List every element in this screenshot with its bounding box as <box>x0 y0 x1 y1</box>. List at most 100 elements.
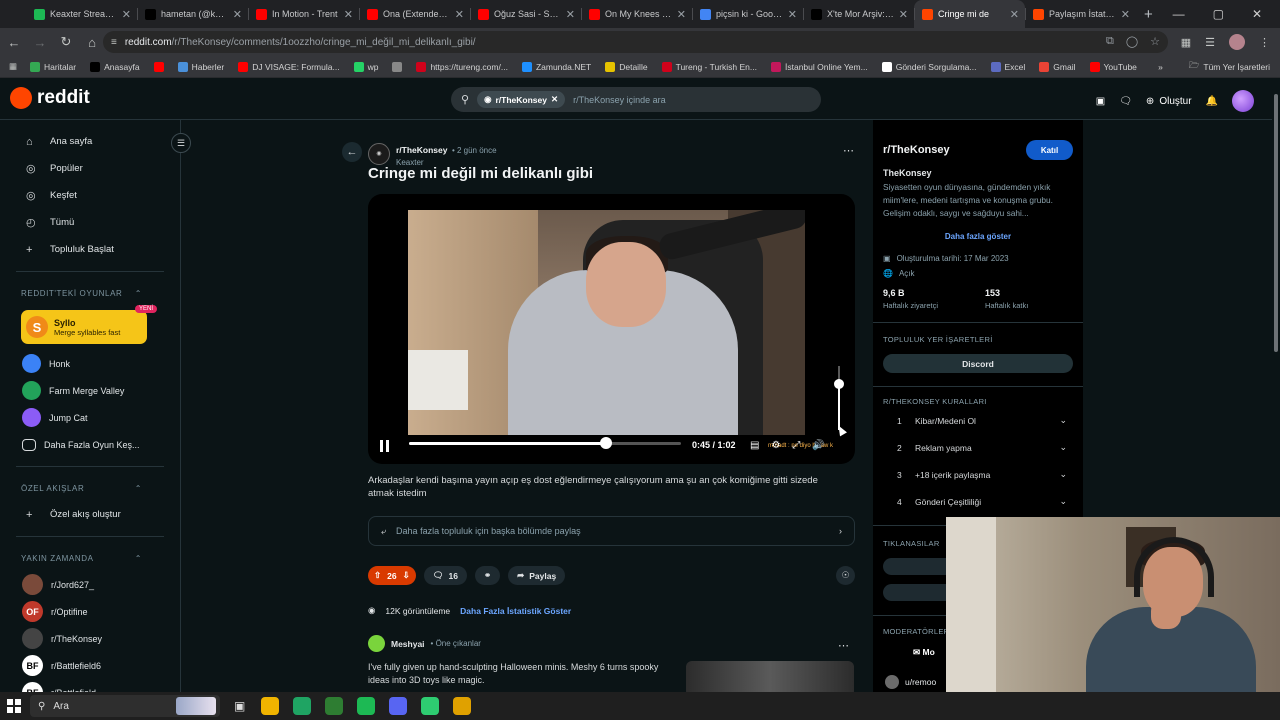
search-scope-chip[interactable]: ◉ r/TheKonsey ✕ <box>477 91 566 108</box>
extensions-icon[interactable]: ▦ <box>1181 36 1191 49</box>
notifications-bell-icon[interactable]: 🔔 <box>1206 96 1218 107</box>
video-progress-bar[interactable] <box>409 437 681 449</box>
bookmark-item[interactable]: Haritalar <box>30 61 76 72</box>
browser-menu-icon[interactable]: ⋮ <box>1259 36 1270 49</box>
task-view-icon[interactable]: ▣ <box>234 699 245 713</box>
volume-slider[interactable] <box>834 366 844 430</box>
message-mods-button[interactable]: ✉ Mo <box>913 647 935 658</box>
ad-options-icon[interactable]: ⋯ <box>838 639 849 652</box>
tab-close-icon[interactable]: ✕ <box>233 8 242 21</box>
eye-off-icon[interactable]: ◯ <box>1126 35 1138 48</box>
new-tab-button[interactable]: + <box>1144 6 1153 23</box>
reading-list-icon[interactable]: ☰ <box>1205 36 1215 49</box>
collapse-sidebar-button[interactable]: ☰ <box>171 133 191 153</box>
maximize-icon[interactable]: ▢ <box>1213 7 1224 21</box>
windows-start-icon[interactable] <box>0 692 28 720</box>
bookmark-item[interactable]: Gmail <box>1039 61 1076 72</box>
recent-community[interactable]: OF r/Optifine <box>0 598 180 625</box>
rule-item[interactable]: 2 Reklam yapma ⌄ <box>897 442 1067 453</box>
bookmark-item[interactable]: wp <box>353 61 378 72</box>
user-avatar[interactable] <box>1232 90 1254 112</box>
back-icon[interactable]: ← <box>2 30 26 54</box>
browser-tab[interactable]: In Motion - Trent ✕ <box>248 0 359 28</box>
site-info-icon[interactable]: ≡ <box>111 37 117 48</box>
share-button[interactable]: ➦ Paylaş <box>508 566 566 585</box>
bookmark-item[interactable]: Excel <box>990 61 1025 72</box>
browser-tab[interactable]: Paylaşım İstatisti ✕ <box>1025 0 1136 28</box>
create-post-button[interactable]: ⊕ Oluştur <box>1146 96 1192 107</box>
all-bookmarks-link[interactable]: Tüm Yer İşaretleri <box>1203 62 1270 72</box>
apps-grid-icon[interactable]: ▦ <box>9 61 17 72</box>
rule-item[interactable]: 4 Gönderi Çeşitliliği ⌄ <box>897 496 1067 507</box>
bookmark-item[interactable] <box>153 61 164 72</box>
show-more-link[interactable]: Daha fazla göster <box>883 232 1073 241</box>
pause-button[interactable] <box>380 440 390 452</box>
recent-community[interactable]: r/TheKonsey <box>0 625 180 652</box>
taskbar-app-icon[interactable] <box>293 697 312 715</box>
taskbar-app-icon[interactable] <box>389 697 408 715</box>
join-button[interactable]: Katıl <box>1026 140 1073 160</box>
subreddit-link[interactable]: r/TheKonsey <box>396 145 448 155</box>
sidebar-item[interactable]: + Topluluk Başlat <box>0 236 180 263</box>
community-title[interactable]: r/TheKonsey <box>883 144 950 156</box>
discord-button[interactable]: Discord <box>883 354 1073 373</box>
close-window-icon[interactable]: ✕ <box>1252 7 1262 21</box>
settings-gear-icon[interactable]: ⚙ <box>771 440 780 451</box>
bookmark-item[interactable]: Zamunda.NET <box>521 61 591 72</box>
advertiser-name[interactable]: Meshyai <box>391 639 425 649</box>
bookmark-item[interactable]: Anasayfa <box>90 61 140 72</box>
tab-close-icon[interactable]: ✕ <box>788 8 797 21</box>
browser-tab[interactable]: Oğuz Sasi - Sosyal ✕ <box>470 0 581 28</box>
sidebar-item[interactable]: ◎ Keşfet <box>0 182 180 209</box>
tab-close-icon[interactable]: ✕ <box>566 8 575 21</box>
taskbar-app-icon[interactable] <box>421 697 440 715</box>
back-arrow-icon[interactable]: ← <box>342 142 362 162</box>
bookmark-item[interactable]: YouTube <box>1089 61 1137 72</box>
fullscreen-icon[interactable]: ⤢ <box>792 440 800 451</box>
taskbar-app-icon[interactable] <box>453 697 472 715</box>
progress-knob[interactable] <box>600 437 613 449</box>
bookmark-item[interactable]: DJ VISAGE: Formula... <box>238 61 340 72</box>
sidebar-game[interactable]: Daha Fazla Oyun Keş... <box>0 431 180 458</box>
video-player[interactable]: mmadt : ne diyo bu aw k 0:45 / 1:02 ▤ ⚙ … <box>368 194 855 464</box>
upvote-icon[interactable]: ⇧ <box>374 570 381 581</box>
bookmarks-more[interactable]: » <box>1158 62 1163 72</box>
taskbar-app-icon[interactable] <box>325 697 344 715</box>
bookmark-item[interactable]: https://tureng.com/... <box>416 61 508 72</box>
rule-item[interactable]: 3 +18 içerik paylaşma ⌄ <box>897 469 1067 480</box>
sidebar-item[interactable]: ⌂ Ana sayfa <box>0 128 180 155</box>
browser-tab[interactable]: hametan (@keaxt ✕ <box>137 0 248 28</box>
taskbar-app-icon[interactable] <box>357 697 376 715</box>
install-app-icon[interactable]: ⧉ <box>1106 35 1114 48</box>
browser-tab[interactable]: Keaxter Stream - ¶ ✕ <box>26 0 137 28</box>
recent-community[interactable]: r/Jord627_ <box>0 571 180 598</box>
moderator-entry[interactable]: u/remoo <box>885 675 936 689</box>
tab-close-icon[interactable]: ✕ <box>344 8 353 21</box>
bookmark-item[interactable]: Gönderi Sorgulama... <box>881 61 977 72</box>
minimize-icon[interactable]: — <box>1173 7 1185 21</box>
featured-game-syllo[interactable]: S Syllo Merge syllables fast YENİ <box>21 305 157 344</box>
chat-icon[interactable]: 🗨 <box>1119 96 1132 107</box>
captions-icon[interactable]: ▤ <box>750 440 759 451</box>
forward-icon[interactable]: → <box>28 30 52 54</box>
taskbar-search[interactable]: ⚲ Ara <box>30 695 220 717</box>
bookmark-item[interactable]: Detaille <box>605 61 648 72</box>
ads-icon[interactable]: ▣ <box>1096 96 1105 107</box>
sidebar-game[interactable]: Jump Cat <box>0 404 180 431</box>
recent-header[interactable]: YAKIN ZAMANDA ⌃ <box>0 545 180 571</box>
comments-button[interactable]: 🗨 16 <box>423 566 467 585</box>
scrollbar-thumb[interactable] <box>1274 94 1278 352</box>
rule-item[interactable]: 1 Kibar/Medeni Ol ⌄ <box>897 415 1067 426</box>
browser-tab[interactable]: Cringe mi de ✕ <box>914 0 1025 28</box>
tab-close-icon[interactable]: ✕ <box>899 8 908 21</box>
browser-tab[interactable]: piçsin ki - Google ✕ <box>692 0 803 28</box>
profile-avatar[interactable] <box>1229 34 1245 50</box>
browser-tab[interactable]: Ona (Extended M ✕ <box>359 0 470 28</box>
award-button[interactable]: ⚭ <box>474 566 501 585</box>
sidebar-item[interactable]: ◎ Popüler <box>0 155 180 182</box>
volume-knob[interactable] <box>834 378 844 389</box>
tab-close-icon[interactable]: ✕ <box>122 8 131 21</box>
more-stats-link[interactable]: Daha Fazla İstatistik Göster <box>460 606 571 616</box>
bookmark-star-icon[interactable]: ☆ <box>1150 35 1160 48</box>
custom-feeds-header[interactable]: ÖZEL AKIŞLAR ⌃ <box>0 475 180 501</box>
